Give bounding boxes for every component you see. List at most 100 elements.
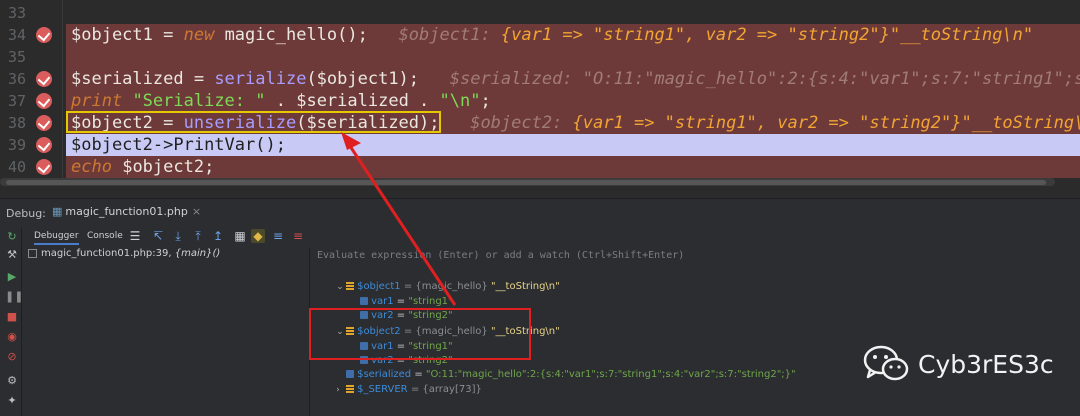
variable-type: = {array[73]} (410, 384, 482, 395)
breakpoint-icon[interactable] (36, 115, 52, 131)
watermark-text: Cyb3rES3c (918, 349, 1054, 379)
settings-gear-icon[interactable]: ⚙ (5, 374, 19, 388)
frames-panel: magic_function01.php:39, {main}() (22, 248, 310, 416)
evaluate-icon[interactable]: ▦ (233, 229, 247, 243)
view-breakpoints-icon[interactable]: ◉ (5, 330, 19, 344)
code-token: ; (204, 157, 215, 177)
code-token: serialize (214, 69, 307, 89)
code-text: $object1 = new magic_hello(); $object1: … (71, 24, 1033, 46)
code-text: echo $object2; (71, 156, 214, 178)
code-token: = (183, 69, 215, 89)
settings-icon[interactable]: ≡ (291, 229, 305, 243)
line-number: 40 (7, 158, 26, 176)
step-into-icon[interactable]: ⤒ (191, 229, 205, 243)
code-line-33[interactable]: 33 (0, 2, 1080, 24)
code-token: echo (71, 157, 112, 177)
code-token: {var1 => "string1", var2 => "string2"}"_… (500, 25, 1034, 45)
debug-label: Debug: (6, 207, 46, 220)
variable-row-server[interactable]: › $_SERVER = {array[73]} (317, 369, 482, 395)
code-token: ($object1); (306, 69, 420, 89)
code-text: $object2->PrintVar(); (71, 134, 286, 156)
frame-icon (28, 248, 37, 258)
code-line-36[interactable]: 36 $serialized = serialize($object1); $se… (0, 68, 1080, 90)
code-line-37[interactable]: 37 print "Serialize: " . $serialized . "\… (0, 90, 1080, 112)
breakpoint-icon[interactable] (36, 27, 52, 43)
code-token: new (183, 25, 215, 45)
code-text: print "Serialize: " . $serialized . "\n"… (71, 90, 491, 112)
code-token: "Serialize: " (132, 91, 266, 111)
debug-side-toolbar: ↻ ⚒ ▶ ❚❚ ■ ◉ ⊘ ⚙ ✦ (0, 228, 23, 416)
watch-icon[interactable]: ◆ (251, 229, 265, 243)
breakpoint-icon[interactable] (36, 159, 52, 175)
show-execution-point-icon[interactable]: ↸ (151, 229, 165, 243)
code-token: ->PrintVar(); (152, 135, 286, 155)
wrench-icon[interactable]: ⚒ (5, 248, 19, 262)
line-number: 35 (7, 48, 26, 66)
variable-name: $_SERVER (357, 384, 408, 395)
code-line-40[interactable]: 40 echo $object2; (0, 156, 1080, 178)
pause-icon[interactable]: ❚❚ (5, 290, 23, 304)
code-token: . (265, 91, 297, 111)
breakpoint-line-highlight (66, 46, 1080, 68)
code-text: $serialized = serialize($object1); $seri… (71, 68, 1080, 90)
debug-toolbar: Debugger Console ☰ ↸ ⤓ ⤒ ↥ ▦ ◆ ≡ ≡ (0, 228, 1080, 248)
tab-console[interactable]: Console (87, 231, 123, 241)
variables-panel: Evaluate expression (Enter) or add a wat… (309, 248, 1080, 416)
line-number: 34 (7, 26, 26, 44)
frame-item[interactable]: magic_function01.php:39, {main}() (28, 248, 308, 262)
step-out-icon[interactable]: ↥ (211, 229, 225, 243)
frame-location: magic_function01.php:39, (41, 248, 172, 259)
variable-row-object1[interactable]: ⌄ $object1 = {magic_hello} "__toString\n" (317, 266, 560, 292)
code-token: ; (480, 91, 491, 111)
wechat-logo-icon (863, 345, 909, 381)
tab-debugger[interactable]: Debugger (34, 231, 79, 245)
code-token: . (408, 91, 440, 111)
resume-icon[interactable]: ▶ (5, 270, 19, 284)
annotation-red-box (309, 308, 531, 360)
code-token: $serialized (296, 91, 409, 111)
variable-value: "__toString\n" (490, 281, 560, 292)
code-editor[interactable]: 33 34 $object1 = new magic_hello(); $objec… (0, 0, 1080, 186)
line-number: 36 (7, 70, 26, 88)
line-number: 37 (7, 92, 26, 110)
code-token: {var1 => "string1", var2 => "string2"}"_… (572, 113, 1080, 133)
code-token: $object1: (367, 25, 501, 45)
code-token: magic_hello(); (214, 25, 368, 45)
line-number: 33 (7, 4, 26, 22)
code-token: $object1 (71, 25, 153, 45)
line-number: 38 (7, 114, 26, 132)
session-tab-label: magic_function01.php (65, 205, 188, 218)
code-line-35[interactable]: 35 (0, 46, 1080, 68)
step-over-icon[interactable]: ⤓ (171, 229, 185, 243)
code-token: print (71, 91, 123, 111)
field-row[interactable]: var2 = "string2" (341, 295, 453, 321)
menu-icon[interactable]: ☰ (128, 229, 142, 243)
breakpoint-line-highlight (66, 156, 1080, 178)
breakpoint-icon[interactable] (36, 93, 52, 109)
pin-icon[interactable]: ✦ (5, 394, 19, 408)
watermark: Cyb3rES3c (862, 344, 1054, 384)
mute-breakpoints-icon[interactable]: ⊘ (5, 350, 19, 364)
code-line-34[interactable]: 34 $object1 = new magic_hello(); $object1… (0, 24, 1080, 46)
rerun-icon[interactable]: ↻ (5, 230, 19, 244)
stop-icon[interactable]: ■ (5, 310, 19, 324)
breakpoint-icon[interactable] (36, 71, 52, 87)
breakpoint-icon[interactable] (36, 137, 52, 153)
collapse-arrow-icon[interactable]: › (336, 383, 346, 397)
code-token: $object2 (71, 135, 153, 155)
code-token: $object2 (122, 157, 205, 177)
watch-input[interactable]: Evaluate expression (Enter) or add a wat… (317, 250, 684, 261)
field-row[interactable]: var1 = "string1" (341, 281, 453, 307)
code-token: = (152, 25, 184, 45)
close-icon[interactable]: × (192, 205, 201, 218)
code-token: $serialized: "O:11:"magic_hello":2:{s:4:… (419, 69, 1080, 89)
code-token: $object2: (439, 113, 573, 133)
code-line-39[interactable]: 39 $object2->PrintVar(); (0, 134, 1080, 156)
variable-row-serialized[interactable]: $serialized = "O:11:"magic_hello":2:{s:4… (327, 354, 796, 380)
code-token: $serialized (71, 69, 184, 89)
list-icon[interactable]: ≡ (271, 229, 285, 243)
debug-session-tab[interactable]: ▦ magic_function01.php × (52, 205, 201, 218)
frame-scope: {main}() (174, 248, 221, 259)
editor-scrollbar-thumb[interactable] (6, 180, 1046, 185)
